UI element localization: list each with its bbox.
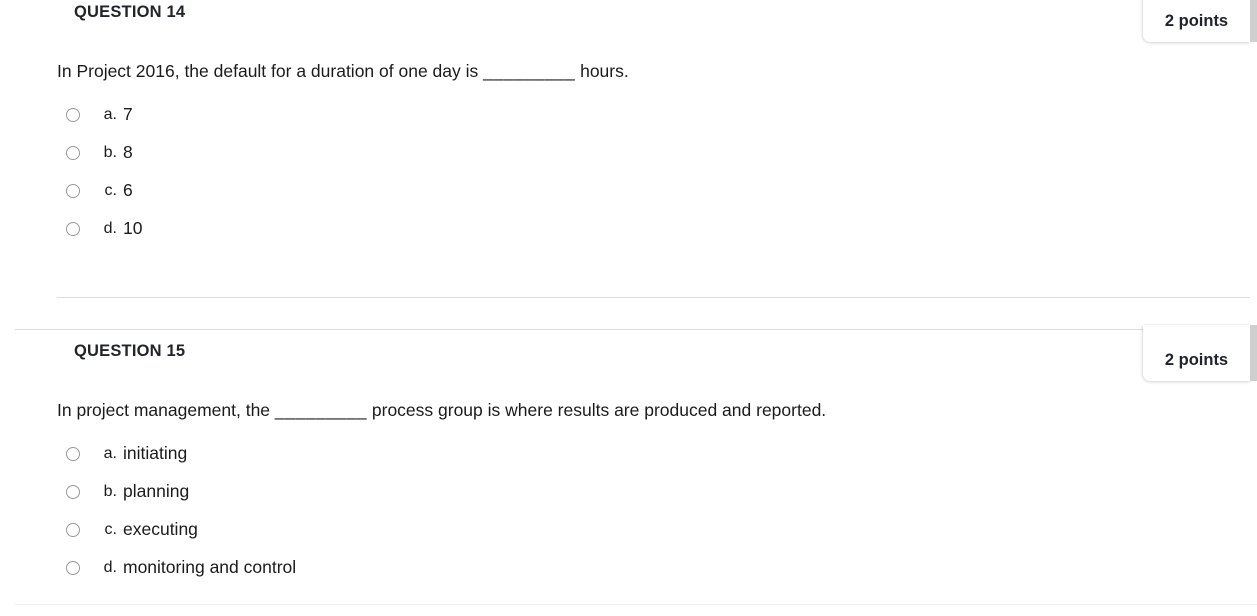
radio-icon-14-a[interactable] [66,107,80,122]
answer-option-14-b[interactable]: b. 8 [0,134,1257,172]
answer-option-15-c[interactable]: c. executing [0,511,1257,549]
answer-list-14: a. 7 b. 8 c. 6 d. 10 [0,96,1257,248]
question-block-15: QUESTION 15 2 points In project manageme… [0,325,1257,587]
points-badge-14: 2 points [1143,0,1250,42]
question-prompt-15-blank: _________ [274,400,368,420]
question-prompt-15-before: In project management, the [57,400,275,420]
points-label-15: 2 points [1164,351,1229,369]
question-divider-bottom [15,604,1257,605]
answer-letter-14-c: c. [104,181,117,199]
question-prompt-14-after: hours. [575,61,629,81]
right-edge-strip-14 [1250,0,1257,42]
answer-option-15-d[interactable]: d. monitoring and control [0,549,1257,587]
answer-letter-15-a: a. [103,444,117,462]
answer-text-14-d: 10 [123,218,143,239]
answer-text-15-b: planning [123,481,190,502]
question-prompt-15: In project management, the _________ pro… [0,399,1257,423]
radio-icon-14-b[interactable] [66,145,80,160]
question-header-15: QUESTION 15 2 points [0,325,1257,383]
answer-letter-14-a: a. [103,105,117,123]
quiz-container: QUESTION 14 2 points In Project 2016, th… [0,0,1257,616]
question-title-15: QUESTION 15 [74,342,186,360]
question-prompt-14: In Project 2016, the default for a durat… [0,60,1257,84]
points-label-14: 2 points [1164,12,1229,30]
radio-icon-15-d[interactable] [66,560,80,575]
radio-icon-15-a[interactable] [66,446,80,461]
radio-icon-15-c[interactable] [66,522,80,537]
answer-letter-15-b: b. [103,482,117,500]
question-header-14: QUESTION 14 2 points [0,0,1257,44]
answer-option-15-a[interactable]: a. initiating [0,435,1257,473]
answer-option-14-c[interactable]: c. 6 [0,172,1257,210]
answer-letter-15-d: d. [103,558,117,576]
question-block-14: QUESTION 14 2 points In Project 2016, th… [0,0,1257,297]
question-prompt-14-before: In Project 2016, the default for a durat… [57,61,484,81]
question-divider-inner-14 [57,297,1250,298]
answer-option-14-a[interactable]: a. 7 [0,96,1257,134]
answer-option-15-b[interactable]: b. planning [0,473,1257,511]
answer-text-15-c: executing [123,519,198,540]
question-title-14: QUESTION 14 [74,3,186,21]
answer-letter-14-d: d. [103,219,117,237]
answer-text-14-a: 7 [123,104,133,125]
right-edge-strip-15 [1250,325,1257,381]
answer-list-15: a. initiating b. planning c. executing d… [0,435,1257,587]
answer-letter-15-c: c. [104,520,117,538]
radio-icon-15-b[interactable] [66,484,80,499]
answer-text-15-a: initiating [123,443,188,464]
answer-text-15-d: monitoring and control [123,557,297,578]
question-divider-outer-15 [15,329,1257,330]
answer-option-14-d[interactable]: d. 10 [0,210,1257,248]
radio-icon-14-d[interactable] [66,221,80,236]
question-prompt-15-after: process group is where results are produ… [367,400,827,420]
question-prompt-14-blank: _________ [483,61,576,81]
points-badge-15: 2 points [1143,325,1250,381]
answer-letter-14-b: b. [103,143,117,161]
answer-text-14-b: 8 [123,142,133,163]
radio-icon-14-c[interactable] [66,183,80,198]
answer-text-14-c: 6 [123,180,133,201]
